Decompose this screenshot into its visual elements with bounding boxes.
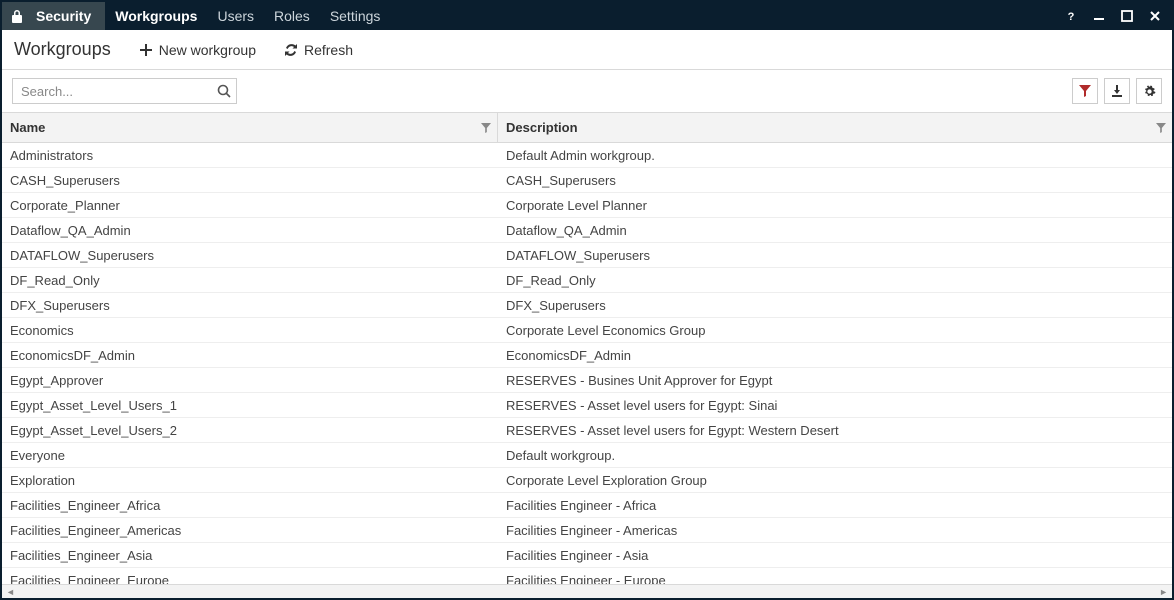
- minimize-icon[interactable]: [1090, 7, 1108, 25]
- cell-description: Corporate Level Economics Group: [498, 323, 1172, 338]
- table-row[interactable]: DFX_SuperusersDFX_Superusers: [2, 293, 1172, 318]
- search-row: [2, 70, 1172, 112]
- help-icon[interactable]: ?: [1062, 7, 1080, 25]
- scroll-left-icon[interactable]: ◄: [6, 587, 15, 597]
- download-button[interactable]: [1104, 78, 1130, 104]
- cell-description: Facilities Engineer - Africa: [498, 498, 1172, 513]
- titlebar-right: ?: [1062, 7, 1172, 25]
- tab-workgroups[interactable]: Workgroups: [105, 2, 207, 30]
- table-row[interactable]: DATAFLOW_SuperusersDATAFLOW_Superusers: [2, 243, 1172, 268]
- scroll-right-icon[interactable]: ►: [1159, 587, 1168, 597]
- cell-name: Corporate_Planner: [2, 198, 498, 213]
- cell-name: Administrators: [2, 148, 498, 163]
- cell-description: EconomicsDF_Admin: [498, 348, 1172, 363]
- cell-name: Dataflow_QA_Admin: [2, 223, 498, 238]
- page-title: Workgroups: [14, 39, 111, 60]
- column-header-name-label: Name: [10, 120, 45, 135]
- cell-name: Egypt_Approver: [2, 373, 498, 388]
- cell-description: RESERVES - Asset level users for Egypt: …: [498, 423, 1172, 438]
- close-icon[interactable]: [1146, 7, 1164, 25]
- refresh-label: Refresh: [304, 42, 353, 58]
- cell-name: Exploration: [2, 473, 498, 488]
- toolbar-right-icons: [1072, 78, 1162, 104]
- tab-roles[interactable]: Roles: [264, 2, 320, 30]
- nav-tabs: Workgroups Users Roles Settings: [105, 2, 390, 30]
- settings-button[interactable]: [1136, 78, 1162, 104]
- cell-description: RESERVES - Asset level users for Egypt: …: [498, 398, 1172, 413]
- cell-name: Economics: [2, 323, 498, 338]
- new-workgroup-button[interactable]: New workgroup: [139, 42, 256, 58]
- plus-icon: [139, 43, 153, 57]
- cell-name: Egypt_Asset_Level_Users_1: [2, 398, 498, 413]
- toolbar: Workgroups New workgroup Refresh: [2, 30, 1172, 70]
- table-row[interactable]: Facilities_Engineer_AfricaFacilities Eng…: [2, 493, 1172, 518]
- workgroups-table: Name Description AdministratorsDefault A…: [2, 112, 1172, 598]
- table-row[interactable]: EconomicsDF_AdminEconomicsDF_Admin: [2, 343, 1172, 368]
- cell-description: Corporate Level Exploration Group: [498, 473, 1172, 488]
- titlebar: Security Workgroups Users Roles Settings…: [2, 2, 1172, 30]
- cell-description: DF_Read_Only: [498, 273, 1172, 288]
- table-row[interactable]: Facilities_Engineer_EuropeFacilities Eng…: [2, 568, 1172, 584]
- refresh-button[interactable]: Refresh: [284, 42, 353, 58]
- table-row[interactable]: Dataflow_QA_AdminDataflow_QA_Admin: [2, 218, 1172, 243]
- cell-name: DFX_Superusers: [2, 298, 498, 313]
- horizontal-scrollbar[interactable]: ◄ ►: [2, 584, 1172, 598]
- table-row[interactable]: AdministratorsDefault Admin workgroup.: [2, 143, 1172, 168]
- table-row[interactable]: CASH_SuperusersCASH_Superusers: [2, 168, 1172, 193]
- cell-description: RESERVES - Busines Unit Approver for Egy…: [498, 373, 1172, 388]
- column-header-description[interactable]: Description: [498, 113, 1172, 142]
- filter-icon[interactable]: [481, 123, 491, 133]
- lock-icon: [2, 2, 32, 30]
- section-title: Security: [32, 2, 105, 30]
- cell-description: Default Admin workgroup.: [498, 148, 1172, 163]
- cell-name: DATAFLOW_Superusers: [2, 248, 498, 263]
- table-row[interactable]: Egypt_ApproverRESERVES - Busines Unit Ap…: [2, 368, 1172, 393]
- table-header: Name Description: [2, 113, 1172, 143]
- titlebar-left: Security Workgroups Users Roles Settings: [2, 2, 390, 30]
- table-row[interactable]: EconomicsCorporate Level Economics Group: [2, 318, 1172, 343]
- table-row[interactable]: ExplorationCorporate Level Exploration G…: [2, 468, 1172, 493]
- cell-description: DFX_Superusers: [498, 298, 1172, 313]
- tab-settings[interactable]: Settings: [320, 2, 391, 30]
- refresh-icon: [284, 43, 298, 57]
- column-header-name[interactable]: Name: [2, 113, 498, 142]
- table-row[interactable]: Egypt_Asset_Level_Users_1RESERVES - Asse…: [2, 393, 1172, 418]
- cell-name: DF_Read_Only: [2, 273, 498, 288]
- cell-description: Facilities Engineer - Asia: [498, 548, 1172, 563]
- cell-description: Dataflow_QA_Admin: [498, 223, 1172, 238]
- cell-description: DATAFLOW_Superusers: [498, 248, 1172, 263]
- cell-name: Everyone: [2, 448, 498, 463]
- security-window: Security Workgroups Users Roles Settings…: [0, 0, 1174, 600]
- search-input[interactable]: [12, 78, 237, 104]
- search-wrap: [12, 78, 237, 104]
- filter-button[interactable]: [1072, 78, 1098, 104]
- search-icon[interactable]: [217, 84, 231, 98]
- svg-text:?: ?: [1068, 11, 1075, 22]
- table-row[interactable]: DF_Read_OnlyDF_Read_Only: [2, 268, 1172, 293]
- new-workgroup-label: New workgroup: [159, 42, 256, 58]
- column-header-description-label: Description: [506, 120, 578, 135]
- filter-icon[interactable]: [1156, 123, 1166, 133]
- table-row[interactable]: Facilities_Engineer_AsiaFacilities Engin…: [2, 543, 1172, 568]
- table-row[interactable]: Egypt_Asset_Level_Users_2RESERVES - Asse…: [2, 418, 1172, 443]
- table-row[interactable]: EveryoneDefault workgroup.: [2, 443, 1172, 468]
- table-body[interactable]: AdministratorsDefault Admin workgroup.CA…: [2, 143, 1172, 584]
- cell-description: Default workgroup.: [498, 448, 1172, 463]
- cell-name: EconomicsDF_Admin: [2, 348, 498, 363]
- cell-name: Facilities_Engineer_Americas: [2, 523, 498, 538]
- cell-description: Facilities Engineer - Americas: [498, 523, 1172, 538]
- tab-users[interactable]: Users: [207, 2, 264, 30]
- cell-name: Facilities_Engineer_Africa: [2, 498, 498, 513]
- cell-name: Egypt_Asset_Level_Users_2: [2, 423, 498, 438]
- cell-description: CASH_Superusers: [498, 173, 1172, 188]
- cell-description: Facilities Engineer - Europe: [498, 573, 1172, 585]
- table-row[interactable]: Facilities_Engineer_AmericasFacilities E…: [2, 518, 1172, 543]
- maximize-icon[interactable]: [1118, 7, 1136, 25]
- cell-description: Corporate Level Planner: [498, 198, 1172, 213]
- cell-name: Facilities_Engineer_Asia: [2, 548, 498, 563]
- cell-name: Facilities_Engineer_Europe: [2, 573, 498, 585]
- cell-name: CASH_Superusers: [2, 173, 498, 188]
- table-row[interactable]: Corporate_PlannerCorporate Level Planner: [2, 193, 1172, 218]
